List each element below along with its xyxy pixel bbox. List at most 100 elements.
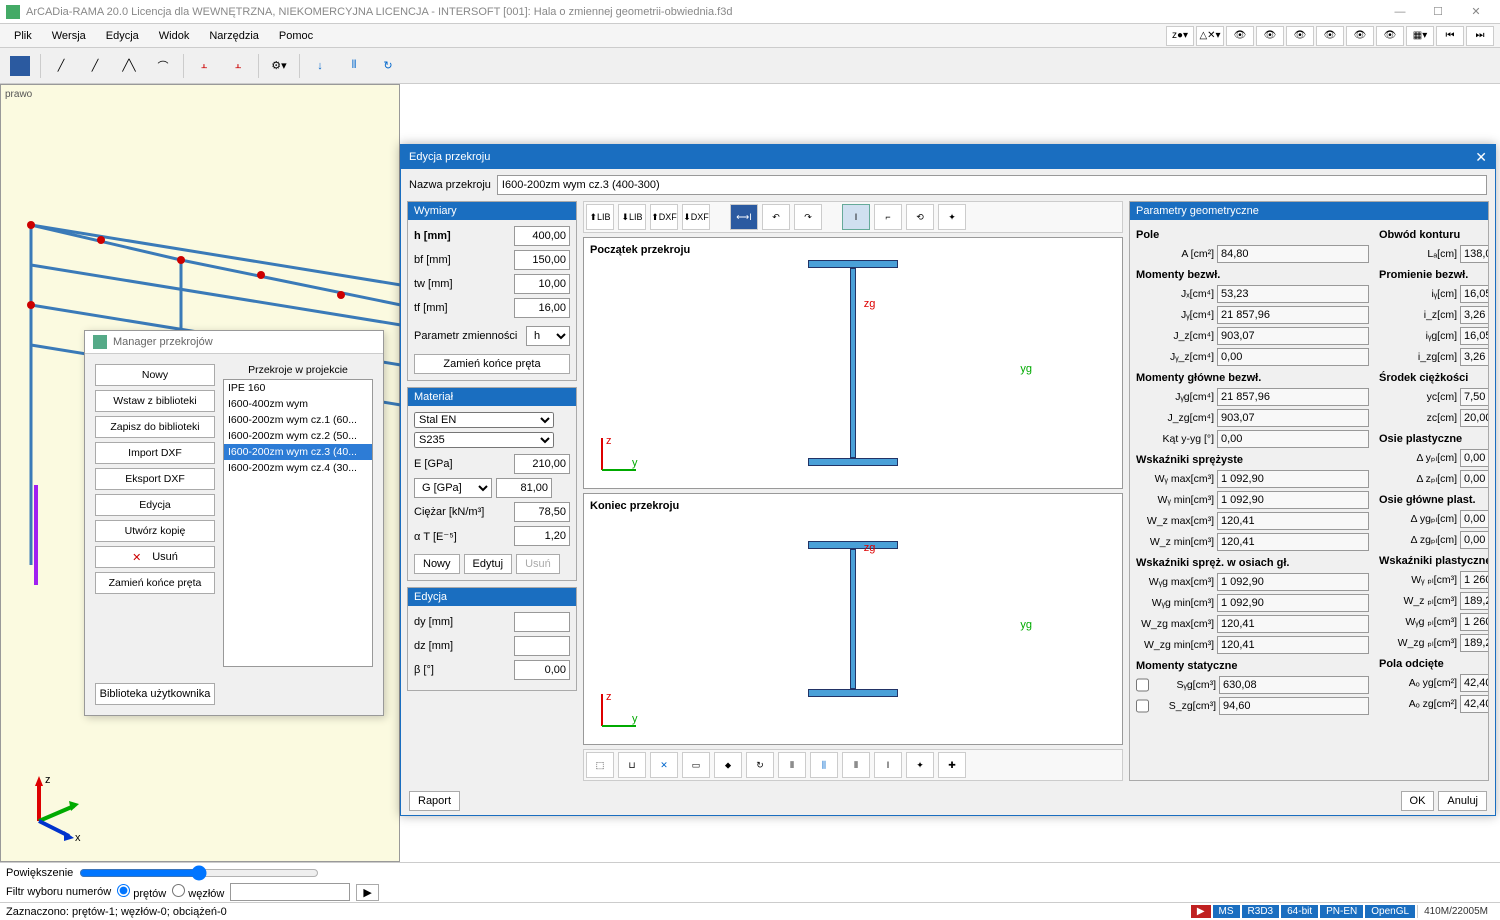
wymiary-zamien[interactable]: Zamień końce pręta [414,354,570,374]
tool-support-1[interactable]: ⫠ [190,52,218,80]
param-select[interactable]: h [526,326,570,346]
view-btn-6[interactable]: 👁 [1316,26,1344,46]
lib-out-icon[interactable]: ⬆LIB [586,204,614,230]
view-next[interactable]: ⏭ [1466,26,1494,46]
material-grade[interactable]: S235 [414,432,554,448]
redo-icon[interactable]: ↷ [794,204,822,230]
list-item[interactable]: I600-200zm wym cz.2 (50... [224,428,372,444]
dxf-out-icon[interactable]: ⬆DXF [650,204,678,230]
angle-icon[interactable]: ⌐ [874,204,902,230]
raport-button[interactable]: Raport [409,791,460,811]
list-item[interactable]: I600-400zm wym [224,396,372,412]
g-select[interactable]: G [GPa] [414,478,492,498]
tool-support-2[interactable]: ⫠ [224,52,252,80]
mgr-eksport[interactable]: Eksport DXF [95,468,215,490]
tool-load-moment[interactable]: ↻ [374,52,402,80]
view-btn-5[interactable]: 👁 [1286,26,1314,46]
filter-pretow[interactable]: prętów [117,884,166,900]
ciezar-input[interactable] [514,502,570,522]
menu-narzedzia[interactable]: Narzędzia [201,28,267,44]
bt-10[interactable]: I [874,752,902,778]
close-button[interactable]: ✕ [1458,2,1494,22]
view-btn-9[interactable]: ▦▾ [1406,26,1434,46]
view-btn-8[interactable]: 👁 [1376,26,1404,46]
bt-5[interactable]: ⬥ [714,752,742,778]
ok-button[interactable]: OK [1401,791,1435,811]
mgr-zapisz[interactable]: Zapisz do biblioteki [95,416,215,438]
bt-11[interactable]: ✦ [906,752,934,778]
bt-7[interactable]: ⫴ [778,752,806,778]
mgr-import[interactable]: Import DXF [95,442,215,464]
section-view-top[interactable]: Początek przekroju zy yg zg [583,237,1123,489]
zoom-slider[interactable] [79,865,319,881]
bf-input[interactable] [514,250,570,270]
mgr-edycja[interactable]: Edycja [95,494,215,516]
h-input[interactable] [514,226,570,246]
maximize-button[interactable]: ☐ [1420,2,1456,22]
szg-cb[interactable] [1136,697,1149,715]
filter-wezlow[interactable]: węzłów [172,884,224,900]
view-btn-7[interactable]: 👁 [1346,26,1374,46]
nazwa-input[interactable] [497,175,1487,195]
bt-6[interactable]: ↻ [746,752,774,778]
ibeam-icon[interactable]: I [842,204,870,230]
menu-plik[interactable]: Plik [6,28,40,44]
menu-pomoc[interactable]: Pomoc [271,28,321,44]
axes-icon[interactable]: ✦ [938,204,966,230]
minimize-button[interactable]: — [1382,2,1418,22]
bt-12[interactable]: ✚ [938,752,966,778]
e-input[interactable] [514,454,570,474]
bt-9[interactable]: ⫴ [842,752,870,778]
list-item-selected[interactable]: I600-200zm wym cz.3 (40... [224,444,372,460]
bt-2[interactable]: ⊔ [618,752,646,778]
mgr-kopia[interactable]: Utwórz kopię [95,520,215,542]
menu-wersja[interactable]: Wersja [44,28,94,44]
view-toggle-2[interactable]: △✕▾ [1196,26,1224,46]
dy-input[interactable] [514,612,570,632]
mgr-biblioteka[interactable]: Biblioteka użytkownika [95,683,215,705]
tool-gear[interactable]: ⚙▾ [265,52,293,80]
material-class[interactable]: Stal EN [414,412,554,428]
manager-dialog[interactable]: Manager przekrojów Nowy Wstaw z bibliote… [84,330,384,716]
rotate-3d-icon[interactable]: ⟲ [906,204,934,230]
mgr-usun[interactable]: ✕ Usuń [95,546,215,568]
beta-input[interactable] [514,660,570,680]
undo-icon[interactable]: ↶ [762,204,790,230]
menu-edycja[interactable]: Edycja [98,28,147,44]
view-btn-3[interactable]: 👁 [1226,26,1254,46]
tf-input[interactable] [514,298,570,318]
menu-widok[interactable]: Widok [151,28,198,44]
mat-edytuj[interactable]: Edytuj [464,554,513,574]
tool-load-point[interactable]: ↓ [306,52,334,80]
bt-4[interactable]: ▭ [682,752,710,778]
mat-nowy[interactable]: Nowy [414,554,460,574]
section-mode-icon[interactable]: ⟷I [730,204,758,230]
tool-line-1[interactable]: ╱ [47,52,75,80]
tw-input[interactable] [514,274,570,294]
g-input[interactable] [496,478,552,498]
tool-load-dist[interactable]: ⫴ [340,52,368,80]
filter-go[interactable]: ▶ [356,884,378,901]
dz-input[interactable] [514,636,570,656]
list-item[interactable]: I600-200zm wym cz.1 (60... [224,412,372,428]
bt-8[interactable]: ⫼ [810,752,838,778]
tool-arc[interactable]: ⌒ [149,52,177,80]
syg-cb[interactable] [1136,676,1149,694]
view-toggle-1[interactable]: z●▾ [1166,26,1194,46]
list-item[interactable]: I600-200zm wym cz.4 (30... [224,460,372,476]
mgr-nowy[interactable]: Nowy [95,364,215,386]
tool-polyline[interactable]: ╱╲ [115,52,143,80]
mgr-zamien[interactable]: Zamień końce pręta [95,572,215,594]
mgr-wstaw[interactable]: Wstaw z biblioteki [95,390,215,412]
list-item[interactable]: IPE 160 [224,380,372,396]
anuluj-button[interactable]: Anuluj [1438,791,1487,811]
view-prev[interactable]: ⏮ [1436,26,1464,46]
edycja-close[interactable]: ✕ [1475,149,1487,166]
alpha-input[interactable] [514,526,570,546]
bt-x[interactable]: ✕ [650,752,678,778]
lib-in-icon[interactable]: ⬇LIB [618,204,646,230]
project-list[interactable]: IPE 160 I600-400zm wym I600-200zm wym cz… [223,379,373,667]
section-view-bot[interactable]: Koniec przekroju zy yg zg [583,493,1123,745]
view-btn-4[interactable]: 👁 [1256,26,1284,46]
dxf-in-icon[interactable]: ⬇DXF [682,204,710,230]
